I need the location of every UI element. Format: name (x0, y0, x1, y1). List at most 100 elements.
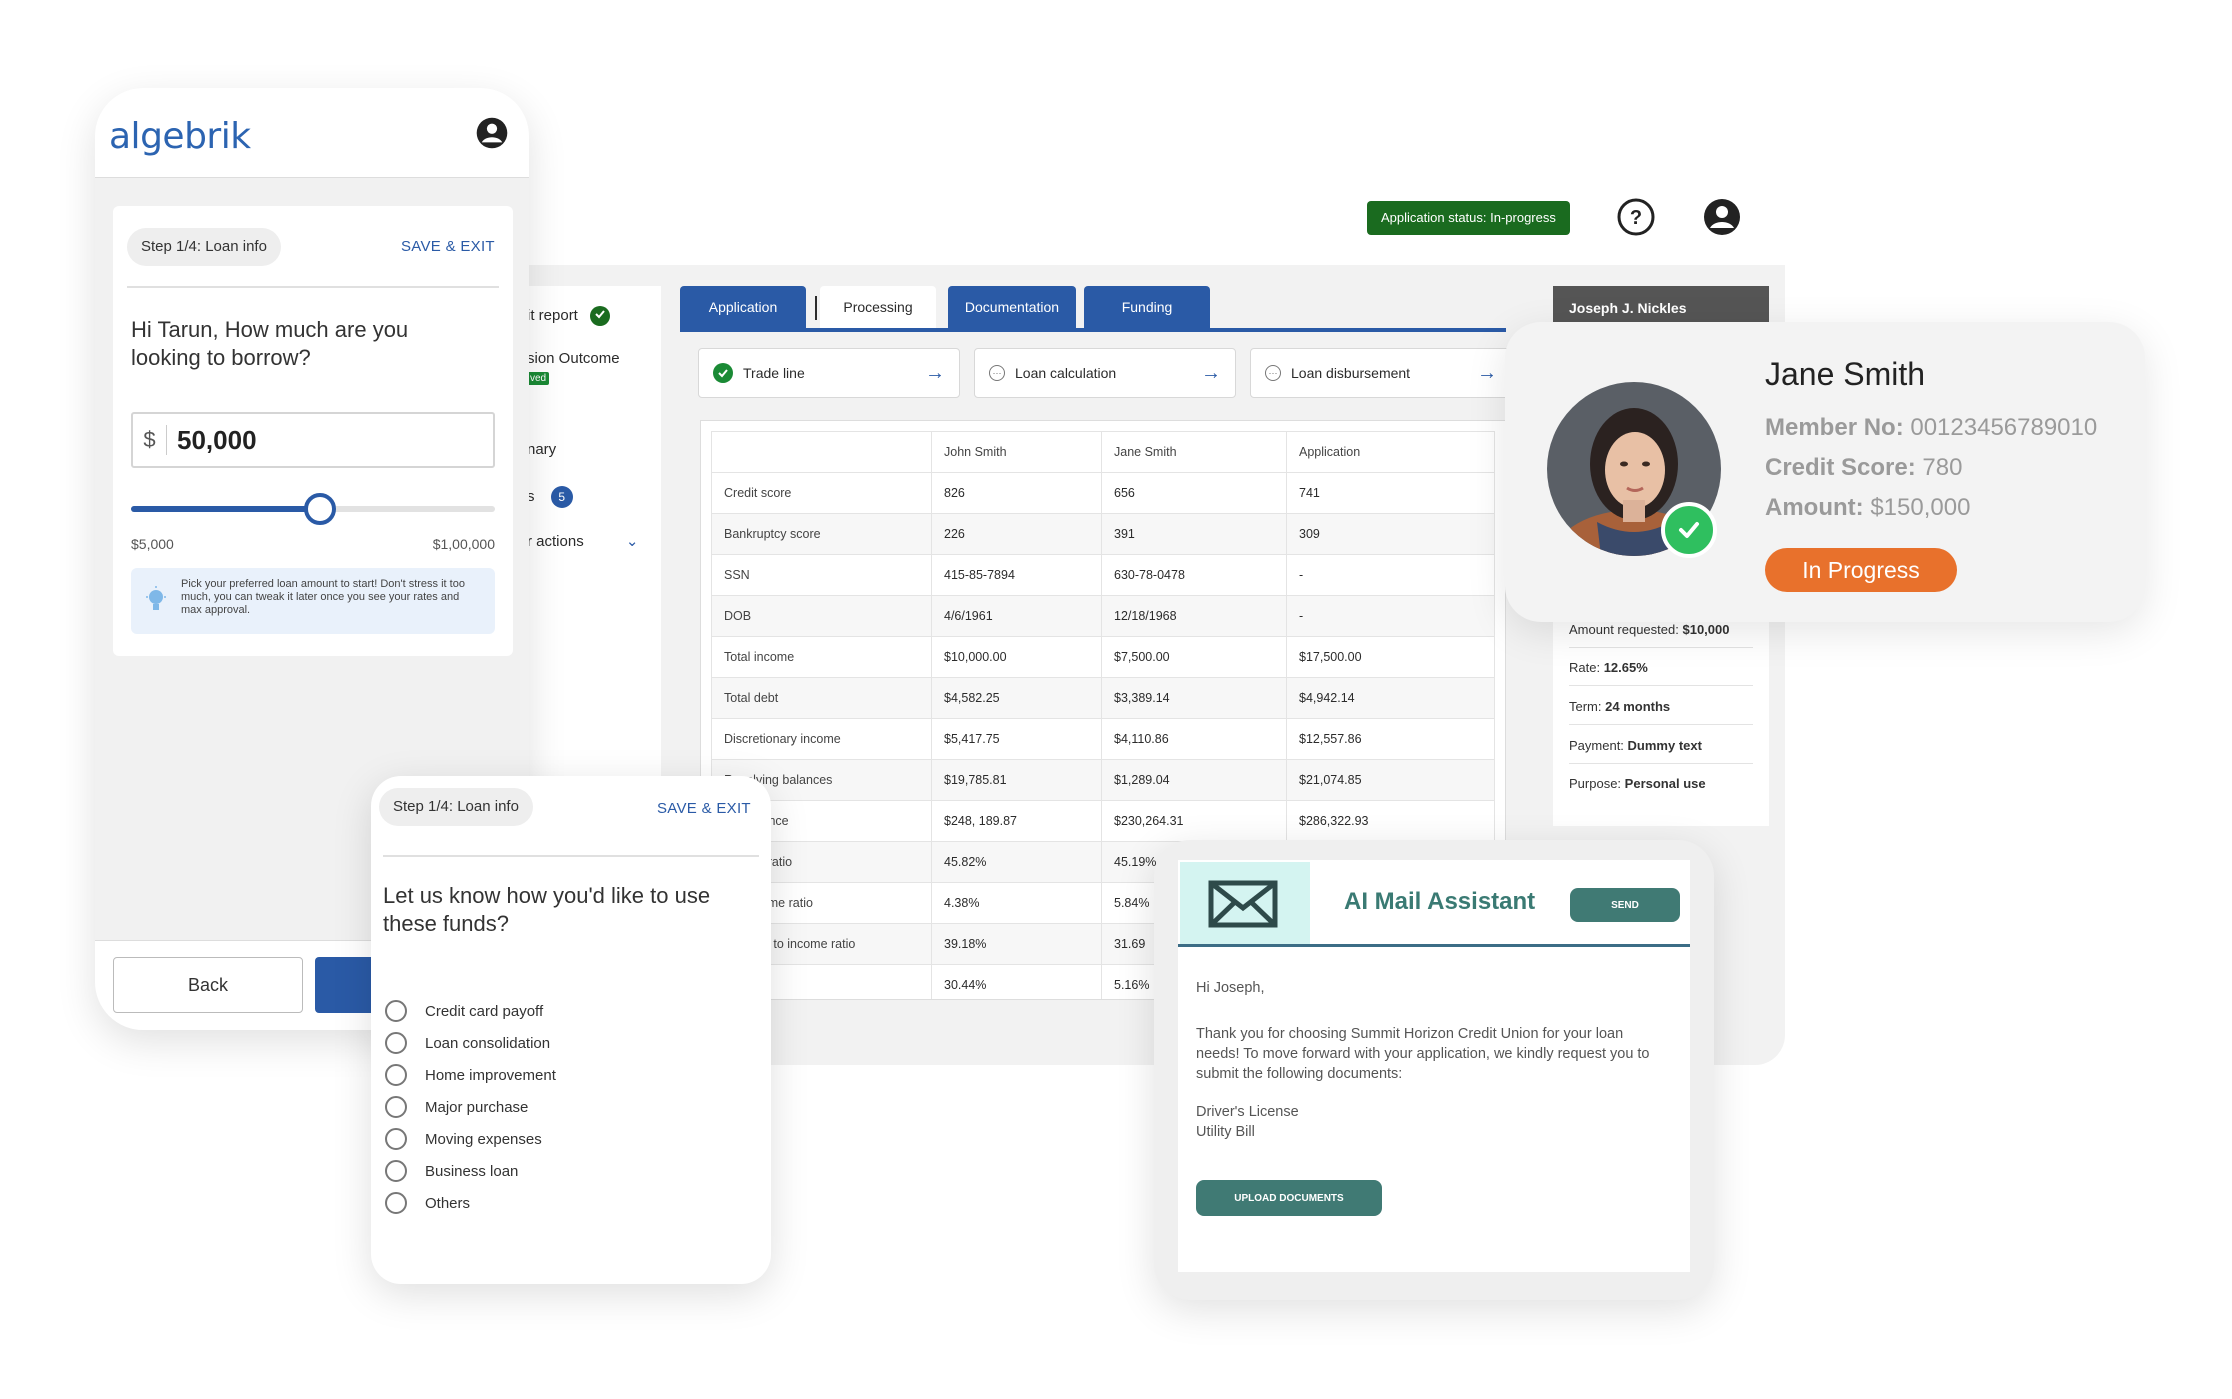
detail-label: Purpose: (1569, 776, 1622, 791)
tabs-underline (680, 328, 1506, 332)
funds-option[interactable]: Others (385, 1192, 470, 1214)
detail-label: Amount requested: (1569, 622, 1679, 637)
loan-amount-slider[interactable] (131, 493, 495, 525)
nav-item-label: r actions (527, 533, 584, 550)
funds-option[interactable]: Loan consolidation (385, 1032, 550, 1054)
help-icon[interactable]: ? (1616, 197, 1656, 237)
step-card-loan-disbursement[interactable]: ⋯ Loan disbursement → (1250, 348, 1512, 398)
tab-application[interactable]: Application (680, 286, 806, 328)
radio-button[interactable] (385, 1128, 407, 1150)
nav-item-other-actions[interactable]: r actions ⌄ (527, 532, 638, 550)
radio-button[interactable] (385, 1000, 407, 1022)
table-row: Total debt $4,582.25 $3,389.14 $4,942.14 (711, 677, 1495, 719)
pending-icon: ⋯ (1265, 365, 1281, 381)
table-row: DOB 4/6/1961 12/18/1968- (711, 595, 1495, 637)
detail-value: Personal use (1624, 776, 1706, 791)
nav-item-credit-report[interactable]: it report (527, 306, 611, 326)
divider (1178, 944, 1690, 947)
column-header: Jane Smith (1101, 431, 1287, 473)
tip-text: Pick your preferred loan amount to start… (181, 578, 465, 616)
application-status-badge: Application status: In-progress (1367, 201, 1570, 235)
nav-item-label: it report (527, 306, 578, 324)
funds-option[interactable]: Home improvement (385, 1064, 556, 1086)
column-header (711, 431, 932, 473)
tasks-count-badge: 5 (550, 486, 573, 508)
amount-label: Amount: (1765, 494, 1864, 521)
ai-mail-assistant-card: AI Mail Assistant SEND Hi Joseph, Thank … (1154, 840, 1714, 1300)
pending-icon: ⋯ (989, 365, 1005, 381)
mail-title: AI Mail Assistant (1344, 888, 1536, 915)
radio-button[interactable] (385, 1032, 407, 1054)
radio-button[interactable] (385, 1192, 407, 1214)
table-cell: 12/18/1968 (1101, 595, 1287, 637)
radio-button[interactable] (385, 1096, 407, 1118)
member-profile-card: Jane Smith Member No: 00123456789010 Cre… (1505, 322, 2145, 622)
slider-handle[interactable] (304, 493, 337, 525)
nav-item-decision-outcome[interactable]: sion Outcome (527, 350, 620, 367)
send-button[interactable]: SEND (1570, 888, 1680, 922)
row-label: Bankruptcy score (711, 513, 932, 555)
save-exit-link[interactable]: SAVE & EXIT (657, 800, 751, 817)
column-header: Application (1286, 431, 1495, 473)
detail-label: Rate: (1569, 660, 1601, 675)
table-row: Discretionary income $5,417.75 $4,110.86 $1… (711, 718, 1495, 760)
detail-label: Payment: (1569, 738, 1624, 753)
tab-processing[interactable]: Processing (820, 286, 936, 328)
back-button[interactable]: Back (113, 957, 303, 1013)
svg-text:?: ? (1630, 207, 1642, 229)
tab-funding[interactable]: Funding (1084, 286, 1210, 328)
table-cell: 4/6/1961 (931, 595, 1102, 637)
member-number-value: 00123456789010 (1910, 414, 2098, 441)
brand-logo: algebrik (109, 116, 251, 157)
mail-body: Thank you for choosing Summit Horizon Cr… (1196, 1026, 1650, 1082)
save-exit-link[interactable]: SAVE & EXIT (401, 238, 495, 255)
member-amount: Amount: $150,000 (1765, 494, 1970, 522)
credit-score-value: 780 (1922, 454, 1963, 481)
slider-max-label: $1,00,000 (432, 536, 495, 552)
loan-amount-input[interactable]: $ 50,000 (131, 412, 495, 468)
table-cell: 226 (931, 513, 1102, 555)
funds-option[interactable]: Business loan (385, 1160, 518, 1182)
upload-documents-button[interactable]: UPLOAD DOCUMENTS (1196, 1180, 1382, 1216)
arrow-right-icon: → (1201, 361, 1221, 384)
tab-documentation[interactable]: Documentation (948, 286, 1076, 328)
table-cell: $4,110.86 (1101, 718, 1287, 760)
verified-icon (1661, 502, 1717, 558)
funds-option[interactable]: Major purchase (385, 1096, 528, 1118)
nav-item-label: nary (527, 441, 557, 458)
row-label: SSN (711, 554, 932, 596)
step-card-trade-line[interactable]: Trade line → (698, 348, 960, 398)
currency-symbol: $ (133, 425, 167, 455)
table-cell: $10,000.00 (931, 636, 1102, 678)
envelope-icon (1208, 880, 1278, 933)
nav-item-tasks[interactable]: s 5 (527, 486, 573, 508)
funds-option[interactable]: Moving expenses (385, 1128, 542, 1150)
mail-panel: AI Mail Assistant SEND Hi Joseph, Thank … (1178, 860, 1690, 1272)
step-card-loan-calculation[interactable]: ⋯ Loan calculation → (974, 348, 1236, 398)
detail-purpose: Purpose: Personal use (1569, 776, 1753, 801)
table-cell: - (1286, 554, 1495, 596)
step-label: Loan calculation (1015, 365, 1117, 381)
radio-button[interactable] (385, 1160, 407, 1182)
table-cell: $4,582.25 (931, 677, 1102, 719)
funds-question: Let us know how you'd like to use these … (383, 883, 711, 936)
account-icon[interactable] (475, 116, 509, 150)
funds-option[interactable]: Credit card payoff (385, 1000, 543, 1022)
status-badge: In Progress (1765, 548, 1957, 592)
check-icon (590, 306, 611, 326)
row-label: Credit score (711, 472, 932, 514)
account-icon[interactable] (1702, 197, 1742, 237)
table-cell: $21,074.85 (1286, 759, 1495, 801)
table-cell: 39.18% (931, 923, 1102, 965)
radio-button[interactable] (385, 1064, 407, 1086)
mail-greeting: Hi Joseph, (1196, 980, 1265, 996)
divider (383, 855, 759, 857)
table-cell: 656 (1101, 472, 1287, 514)
nav-item-summary[interactable]: nary (527, 441, 556, 458)
table-header-row: John Smith Jane Smith Application (711, 431, 1495, 473)
table-cell: $4,942.14 (1286, 677, 1495, 719)
option-label: Home improvement (425, 1066, 556, 1084)
mail-icon-box (1180, 862, 1310, 944)
chevron-down-icon: ⌄ (625, 533, 639, 550)
credit-score-label: Credit Score: (1765, 454, 1916, 481)
